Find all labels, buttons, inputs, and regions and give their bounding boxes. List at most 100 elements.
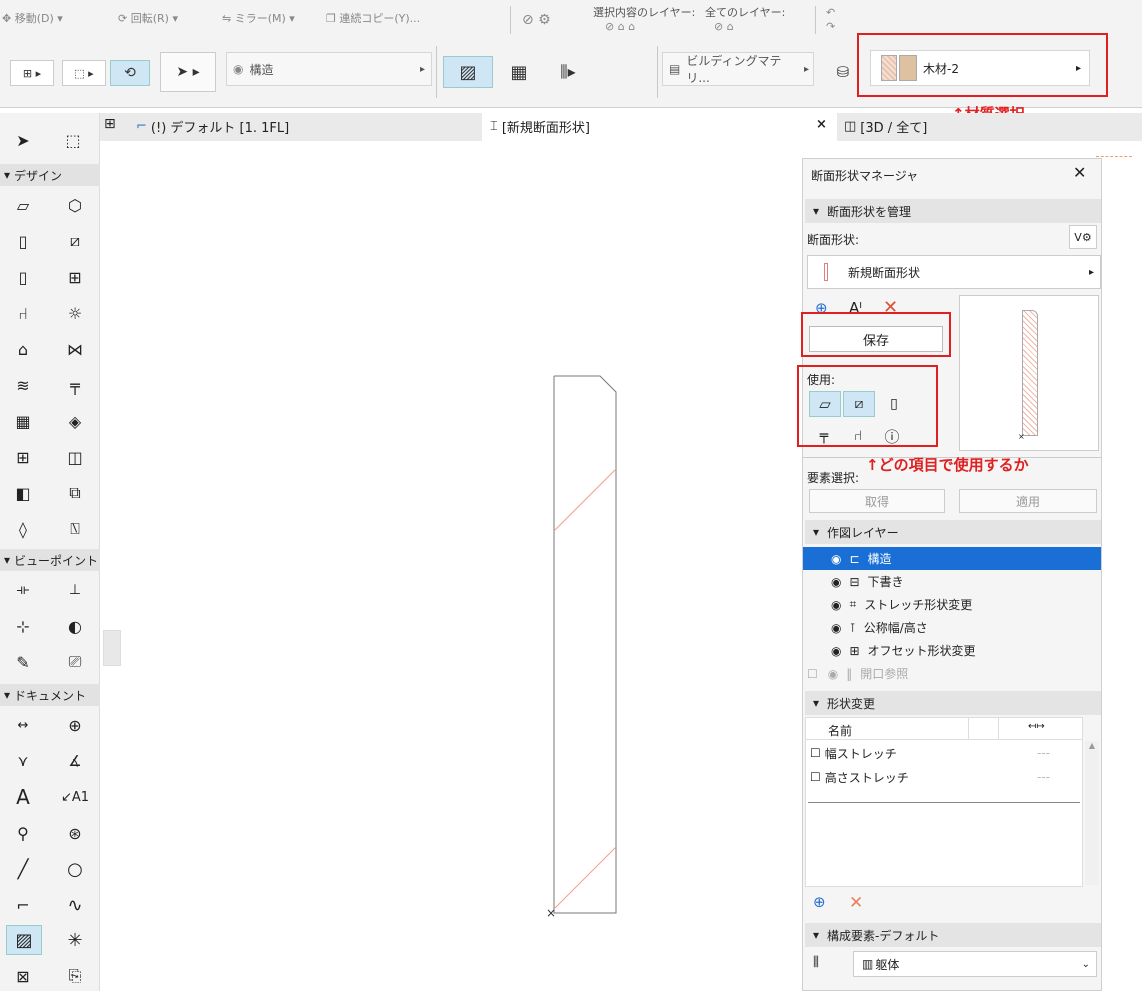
spline-tool-icon[interactable]: ∿ [60, 890, 90, 920]
manage-header[interactable]: ▾ 断面形状を管理 [805, 199, 1101, 223]
skylight-tool-icon[interactable]: ◫ [60, 442, 90, 472]
polyline-tool-icon[interactable]: ⌐ [8, 890, 38, 920]
slab-tool-icon[interactable]: ⬡ [60, 190, 90, 220]
elevation-line-icon[interactable]: ⊥ [60, 575, 90, 605]
door-tool-icon[interactable]: ▯ [8, 262, 38, 292]
layer-field[interactable]: ◉ 構造 ▸ [226, 52, 432, 86]
detail-icon[interactable]: ✎ [8, 647, 38, 677]
dimension-tool-icon[interactable]: ↔ [8, 710, 38, 740]
profile-settings-icon[interactable]: V⚙ [1069, 225, 1097, 249]
profile-select[interactable]: 新規断面形状 ▸ [807, 255, 1101, 289]
mirror-button[interactable]: ⇋ ミラー(M) ▾ [222, 10, 295, 26]
railing-tool-icon[interactable]: ╤ [60, 370, 90, 400]
arrow-tool-icon[interactable]: ➤ [8, 125, 38, 155]
text-tool-icon[interactable]: A [8, 782, 38, 812]
geometry-method-button[interactable]: ⊞ ▸ [10, 60, 54, 86]
camera-icon[interactable]: ⎚ [60, 647, 90, 677]
section-design[interactable]: ▾ デザイン [0, 164, 100, 186]
all-layers-icons[interactable]: ⊘ ⌂ [714, 20, 734, 33]
eye-icon[interactable]: ◉ [831, 621, 841, 635]
tab-floor-plan[interactable]: ⌐ (!) デフォルト [1. 1FL] [136, 117, 289, 136]
stair-tool-icon[interactable]: ≋ [8, 370, 38, 400]
hotspot-tool-icon[interactable]: ✳ [60, 925, 90, 955]
layer-row-offset[interactable]: ◉ ⊞ オフセット形状変更 [803, 639, 1101, 662]
corner-window-tool-icon[interactable]: ◧ [8, 478, 38, 508]
fill-icon[interactable]: ▨ [443, 56, 493, 88]
curtain-wall-tool-icon[interactable]: ▦ [8, 406, 38, 436]
window-tool-icon[interactable]: ⊞ [60, 262, 90, 292]
table-row[interactable]: ☐ 高さストレッチ --- [806, 766, 1082, 788]
profile-canvas[interactable]: × [100, 141, 802, 991]
interior-elevation-icon[interactable]: ⊹ [8, 611, 38, 641]
component-default-header[interactable]: ▾ 構成要素-デフォルト [805, 923, 1101, 947]
close-icon[interactable]: ✕ [1073, 163, 1086, 182]
move-button[interactable]: ✥ 移動(D) ▾ [2, 10, 63, 26]
modifiers-header[interactable]: ▾ 形状変更 [805, 691, 1101, 715]
close-tab-icon[interactable]: × [816, 117, 827, 132]
checkbox[interactable]: ☐ [810, 746, 821, 760]
line-tool-icon[interactable]: ╱ [8, 854, 38, 884]
eye-icon[interactable]: ◉ [831, 644, 841, 658]
layer-row-stretch[interactable]: ◉ ⌗ ストレッチ形状変更 [803, 593, 1101, 616]
circle-tool-icon[interactable]: ○ [60, 854, 90, 884]
add-modifier-icon[interactable]: ⊕ [813, 893, 826, 911]
selection-layer-icons[interactable]: ⊘ ⌂ ⌂ [605, 20, 635, 33]
fill-tool-icon[interactable]: ▨ [6, 925, 42, 955]
radial-dimension-icon[interactable]: ⋎ [8, 746, 38, 776]
change-tool-icon[interactable]: ⊛ [60, 818, 90, 848]
snap-button[interactable]: ⟲ [110, 60, 150, 86]
roof-tool-icon[interactable]: ⌂ [8, 334, 38, 364]
table-row[interactable]: ☐ 幅ストレッチ --- [806, 742, 1082, 764]
drawing-layers-header[interactable]: ▾ 作図レイヤー [805, 520, 1101, 544]
multiply-button[interactable]: ❐ 連続コピー(Y)... [326, 10, 420, 26]
profile-icon[interactable]: ⫼▸ [546, 56, 590, 88]
selection-method-button[interactable]: ⬚ ▸ [62, 60, 106, 86]
opening-tool-icon[interactable]: ◊ [8, 514, 38, 544]
layer-visibility-icon[interactable]: ⊘ ⚙ [522, 12, 551, 28]
scrollbar[interactable]: ▲ [1085, 741, 1099, 885]
pointer-button[interactable]: ➤ ▸ [160, 52, 216, 92]
layer-row-sketch[interactable]: ◉ ⊟ 下書き [803, 570, 1101, 593]
tab-grid-icon[interactable]: ⊞ [104, 116, 116, 132]
checkbox[interactable]: ☐ [810, 770, 821, 784]
layer-row-structure[interactable]: ◉ ⊏ 構造 [803, 547, 1101, 570]
layer-row-opening[interactable]: ☐ ◉ ‖ 開口参照 [803, 662, 1101, 685]
level-dimension-icon[interactable]: ⊕ [60, 710, 90, 740]
wall-tool-icon[interactable]: ▱ [8, 190, 38, 220]
tab-profile[interactable]: ⌶ [新規断面形状] [490, 117, 590, 136]
layer-row-nominal[interactable]: ◉ ⊺ 公称幅/高さ [803, 616, 1101, 639]
label-tool-icon[interactable]: ↙A1 [60, 782, 90, 812]
angle-dimension-icon[interactable]: ∡ [60, 746, 90, 776]
surface-override-icon[interactable]: ⛁ [828, 58, 858, 86]
apply-button[interactable]: 適用 [959, 489, 1097, 513]
get-button[interactable]: 取得 [809, 489, 945, 513]
zone-tool-icon[interactable]: ⊞ [8, 442, 38, 472]
column-tool-icon[interactable]: ▯ [8, 226, 38, 256]
drawing-tool-icon[interactable]: ⎘ [60, 961, 90, 991]
delete-modifier-icon[interactable]: ✕ [849, 893, 863, 913]
wall-end-tool-icon[interactable]: ⍂ [60, 514, 90, 544]
component-select[interactable]: ▥ 躯体 ⌄ [853, 951, 1097, 977]
marquee-tool-icon[interactable]: ⬚ [58, 125, 88, 155]
hatch-icon[interactable]: ▦ [502, 56, 536, 88]
worksheet-icon[interactable]: ◐ [60, 611, 90, 641]
figure-tool-icon[interactable]: ⊠ [8, 961, 38, 991]
beam-tool-icon[interactable]: ⧄ [60, 226, 90, 256]
object-tool-icon[interactable]: ⑁ [8, 298, 38, 328]
section-document[interactable]: ▾ ドキュメント [0, 684, 100, 706]
lamp-tool-icon[interactable]: ☼ [60, 298, 90, 328]
eye-icon[interactable]: ◉ [831, 575, 841, 589]
morph-tool-icon[interactable]: ⧉ [60, 478, 90, 508]
building-material-field[interactable]: ▤ ビルディングマテリ... ▸ [662, 52, 814, 86]
redo-icon[interactable]: ↷ [826, 20, 835, 33]
undo-icon[interactable]: ↶ [826, 6, 835, 19]
eye-icon[interactable]: ◉ [831, 552, 841, 566]
grid-tool-icon[interactable]: ⚲ [8, 818, 38, 848]
rotate-button[interactable]: ⟳ 回転(R) ▾ [118, 10, 178, 26]
eye-icon[interactable]: ◉ [828, 667, 838, 681]
mesh-tool-icon[interactable]: ◈ [60, 406, 90, 436]
shell-tool-icon[interactable]: ⋈ [60, 334, 90, 364]
section-viewpoint[interactable]: ▾ ビューポイント [0, 549, 100, 571]
tab-3d[interactable]: ◫ [3D / 全て] [844, 117, 927, 136]
section-line-icon[interactable]: ⟛ [8, 575, 38, 605]
